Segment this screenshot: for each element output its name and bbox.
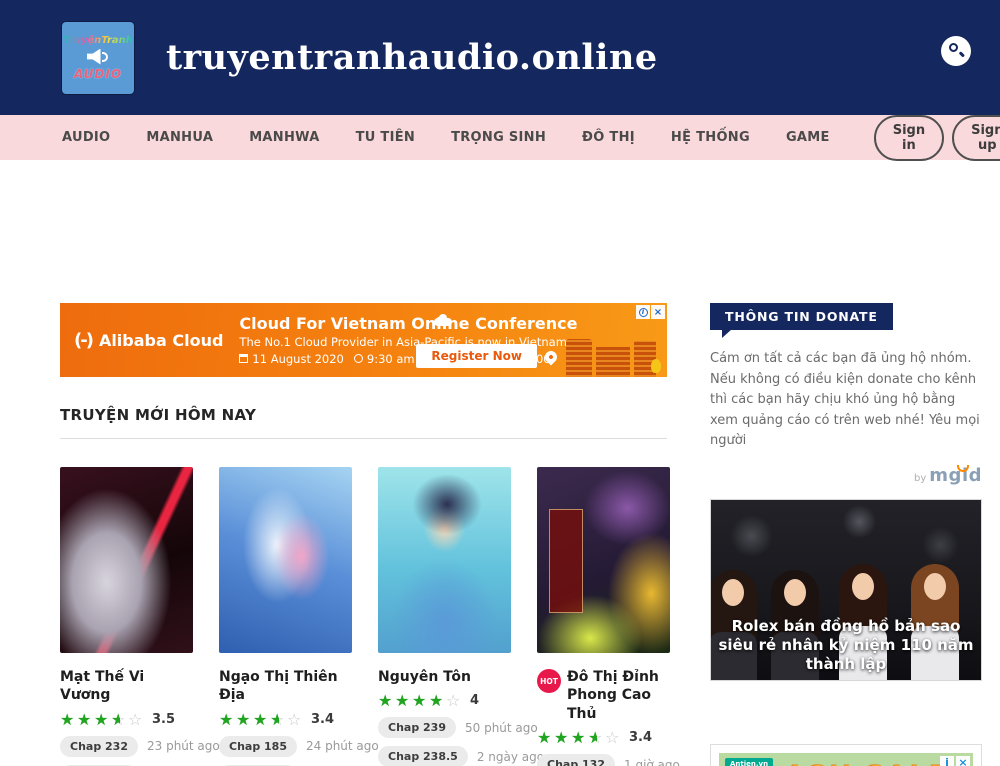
speaker-icon — [87, 49, 109, 65]
flash-sale-ad[interactable]: Antien.vn i × FLASH SALE XEM NGAY — [710, 744, 982, 766]
comic-cover-ngao-thi-thien-dia[interactable] — [219, 467, 352, 653]
rating-value: 3.5 — [152, 712, 175, 727]
nav-item-manhwa[interactable]: MANHWA — [249, 130, 319, 145]
banner-ad[interactable]: (-) Alibaba Cloud Cloud For Vietnam Onli… — [60, 303, 667, 377]
ad-info-icon[interactable]: i — [940, 756, 954, 766]
native-ad-rolex[interactable]: Rolex bán đồng hồ bản sao siêu rẻ nhân k… — [710, 499, 982, 681]
nav-item-tu-tien[interactable]: TU TIÊN — [356, 130, 416, 145]
donate-heading: THÔNG TIN DONATE — [710, 303, 893, 330]
nav-item-he-thong[interactable]: HỆ THỐNG — [671, 130, 750, 145]
chapter-chip[interactable]: Chap 239 — [378, 717, 456, 738]
section-divider — [60, 438, 667, 439]
native-ad-caption: Rolex bán đồng hồ bản sao siêu rẻ nhân k… — [711, 617, 981, 675]
chapter-chip[interactable]: Chap 238.5 — [378, 746, 468, 766]
tree-illustration — [651, 359, 661, 373]
banner-ad-date: 11 August 2020 — [252, 352, 343, 366]
comic-card-list: Mạt Thế Vi Vương ☆★☆★☆★☆★☆★ 3.5 Chap 232… — [60, 467, 667, 766]
chapter-chip[interactable]: Chap 185 — [219, 736, 297, 757]
comic-cover-do-thi-dinh-phong-cao-thu[interactable] — [537, 467, 670, 653]
sidebar: THÔNG TIN DONATE Cám ơn tất cả các bạn đ… — [710, 303, 982, 766]
sign-up-button[interactable]: Sign up — [952, 115, 1000, 161]
nav-item-manhua[interactable]: MANHUA — [146, 130, 213, 145]
chapter-time: 1 giờ ago — [624, 758, 680, 766]
star-rating-icons: ☆★☆★☆★☆★☆★ — [537, 729, 622, 746]
main-content: (-) Alibaba Cloud Cloud For Vietnam Onli… — [0, 160, 1000, 766]
main-nav: AUDIO MANHUA MANHWA TU TIÊN TRỌNG SINH Đ… — [0, 115, 1000, 160]
nav-item-audio[interactable]: AUDIO — [62, 130, 110, 145]
comic-title[interactable]: Nguyên Tôn — [378, 668, 471, 686]
ad-credit: bymgid — [710, 465, 982, 486]
search-icon — [949, 43, 958, 52]
rating-value: 3.4 — [311, 712, 334, 727]
hot-badge: HOT — [537, 669, 561, 693]
advertiser-badge: Antien.vn — [725, 758, 773, 766]
comic-card: Ngạo Thị Thiên Địa ☆★☆★☆★☆★☆★ 3.4 Chap 1… — [219, 467, 352, 766]
search-button[interactable] — [941, 36, 971, 66]
alibaba-cloud-logo: (-) Alibaba Cloud — [60, 330, 239, 351]
sign-in-button[interactable]: Sign in — [874, 115, 944, 161]
comic-title[interactable]: Ngạo Thị Thiên Địa — [219, 668, 352, 705]
ad-close-icon[interactable]: × — [651, 305, 665, 319]
site-header: TruyệnTranh AUDIO truyentranhaudio.onlin… — [0, 0, 1000, 115]
alibaba-bracket-icon: (-) — [74, 330, 92, 351]
logo-text-audio: AUDIO — [74, 67, 122, 81]
comic-card: Nguyên Tôn ☆★☆★☆★☆★☆★ 4 Chap 239 50 phút… — [378, 467, 511, 766]
section-title-new-today: TRUYỆN MỚI HÔM NAY — [60, 406, 667, 424]
cloud-icon — [434, 318, 452, 326]
nav-item-game[interactable]: GAME — [786, 130, 830, 145]
chapter-time: 50 phút ago — [465, 721, 538, 735]
comic-title[interactable]: Đô Thị Đỉnh Phong Cao Thủ — [567, 668, 670, 723]
star-rating-icons: ☆★☆★☆★☆★☆★ — [219, 711, 304, 728]
donate-text: Cám ơn tất cả các bạn đã ủng hộ nhóm. Nế… — [710, 349, 982, 452]
star-rating-icons: ☆★☆★☆★☆★☆★ — [378, 692, 463, 709]
comic-cover-nguyen-ton[interactable] — [378, 467, 511, 653]
banner-ad-title: Cloud For Vietnam Online Conference — [239, 314, 577, 334]
logo-text-top: TruyệnTranh — [63, 35, 133, 46]
calligraphy-banner — [549, 509, 583, 613]
chapter-time: 2 ngày ago — [477, 750, 544, 764]
clock-icon — [354, 354, 363, 363]
ad-info-icon[interactable]: i — [636, 305, 650, 319]
chapter-time: 24 phút ago — [306, 739, 379, 753]
comic-cover-mat-the-vi-vuong[interactable] — [60, 467, 193, 653]
site-title[interactable]: truyentranhaudio.online — [166, 37, 658, 78]
rating-value: 4 — [470, 693, 479, 708]
ad-close-icon[interactable]: × — [956, 756, 970, 766]
chapter-time: 23 phút ago — [147, 739, 220, 753]
comic-card: HOT Đô Thị Đỉnh Phong Cao Thủ ☆★☆★☆★☆★☆★… — [537, 467, 670, 766]
register-now-button[interactable]: Register Now — [416, 344, 537, 368]
mgid-logo[interactable]: mgid — [929, 465, 982, 486]
star-rating-icons: ☆★☆★☆★☆★☆★ — [60, 711, 145, 728]
rating-value: 3.4 — [629, 730, 652, 745]
chapter-chip[interactable]: Chap 132 — [537, 754, 615, 766]
calendar-icon — [239, 354, 248, 363]
comic-card: Mạt Thế Vi Vương ☆★☆★☆★☆★☆★ 3.5 Chap 232… — [60, 467, 193, 766]
nav-item-trong-sinh[interactable]: TRỌNG SINH — [451, 130, 546, 145]
comic-title[interactable]: Mạt Thế Vi Vương — [60, 668, 193, 705]
site-logo[interactable]: TruyệnTranh AUDIO — [62, 22, 134, 94]
nav-item-do-thi[interactable]: ĐÔ THỊ — [582, 130, 635, 145]
chapter-chip[interactable]: Chap 232 — [60, 736, 138, 757]
